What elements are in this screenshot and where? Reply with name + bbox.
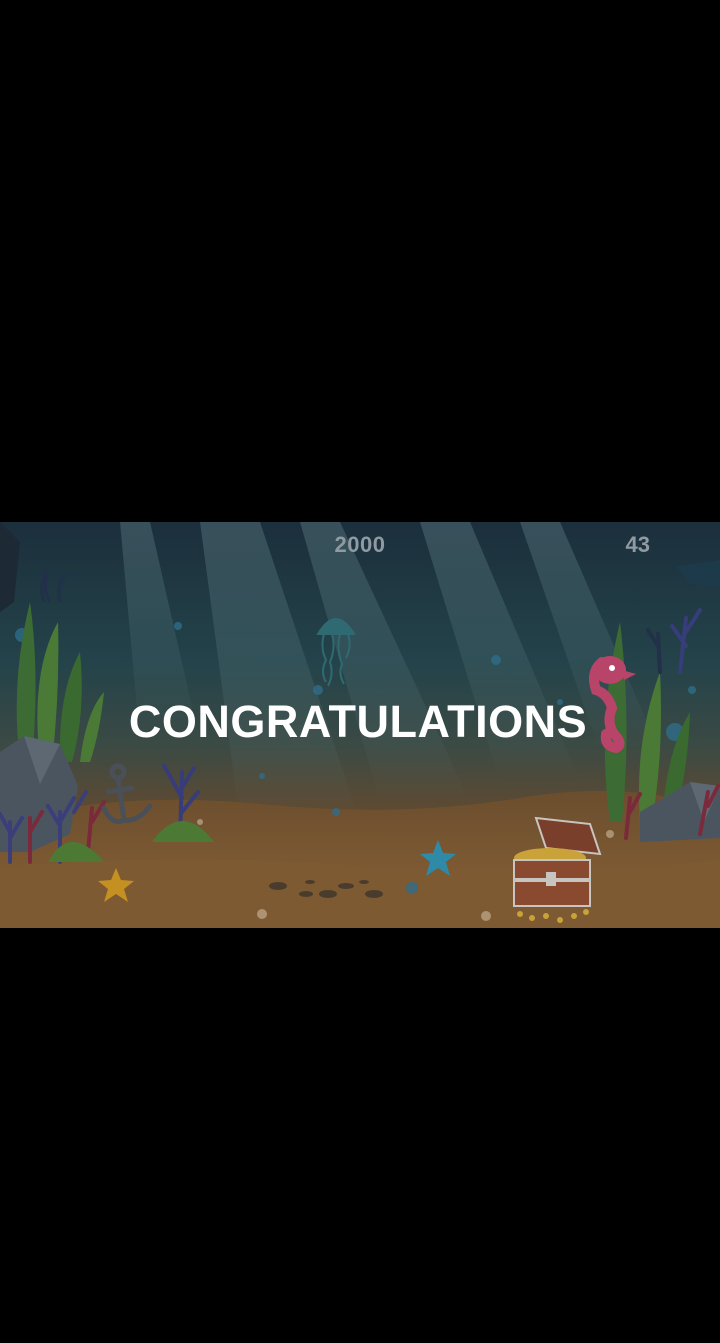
game-viewport[interactable]: 2000 43 CONGRATULATIONS: [0, 522, 720, 928]
timer-counter: 43: [625, 532, 650, 557]
congratulations-message: CONGRATULATIONS: [128, 696, 588, 747]
score-counter: 2000: [334, 532, 386, 557]
game-screen: 2000 43 CONGRATULATIONS: [0, 0, 720, 1343]
